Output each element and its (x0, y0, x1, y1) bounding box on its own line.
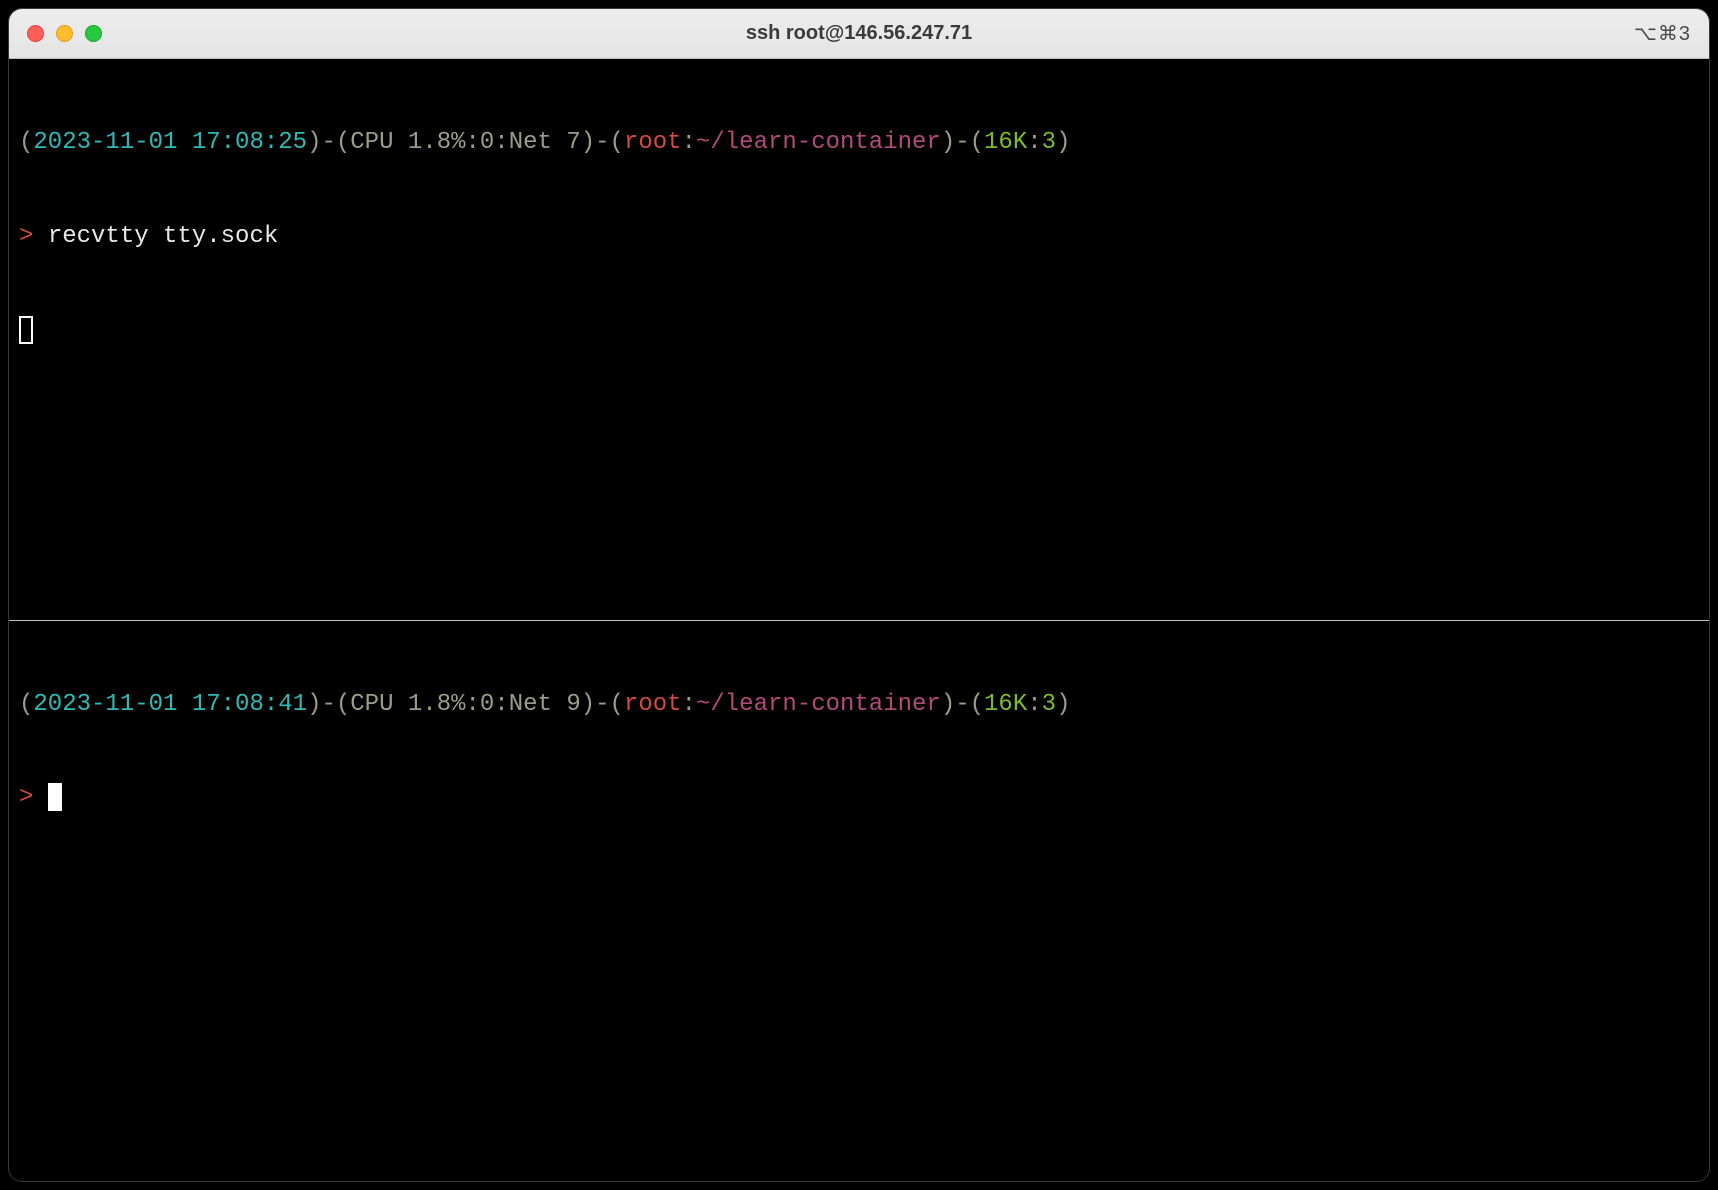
sep: : (1027, 691, 1041, 718)
split-panes: (2023-11-01 17:08:25)-(CPU 1.8%:0:Net 7)… (9, 59, 1709, 1181)
paren: )-( (941, 129, 984, 156)
prompt-timestamp: 2023-11-01 17:08:25 (33, 129, 307, 156)
terminal-pane-top[interactable]: (2023-11-01 17:08:25)-(CPU 1.8%:0:Net 7)… (9, 59, 1709, 620)
prompt-net-value: 7 (566, 129, 580, 156)
prompt-stats-prefix: CPU 1.8%:0:Net (350, 129, 566, 156)
terminal-window: ssh root@146.56.247.71 ⌥⌘3 (2023-11-01 1… (8, 8, 1710, 1182)
colon: : (682, 691, 696, 718)
prompt-path: ~/learn-container (696, 129, 941, 156)
paren: )-( (581, 129, 624, 156)
window-shortcut: ⌥⌘3 (1634, 21, 1691, 46)
prompt-char: > (19, 784, 33, 811)
titlebar[interactable]: ssh root@146.56.247.71 ⌥⌘3 (9, 9, 1709, 59)
paren: ( (19, 691, 33, 718)
terminal-pane-bottom[interactable]: (2023-11-01 17:08:41)-(CPU 1.8%:0:Net 9)… (9, 620, 1709, 1182)
cursor-icon (19, 316, 33, 344)
prompt-char: > (19, 223, 33, 250)
paren: )-( (307, 129, 350, 156)
prompt-line: (2023-11-01 17:08:41)-(CPU 1.8%:0:Net 9)… (19, 689, 1699, 720)
paren: )-( (941, 691, 984, 718)
paren: ) (1056, 691, 1070, 718)
prompt-timestamp: 2023-11-01 17:08:41 (33, 691, 307, 718)
colon: : (682, 129, 696, 156)
sep: : (1027, 129, 1041, 156)
prompt-line: (2023-11-01 17:08:25)-(CPU 1.8%:0:Net 7)… (19, 127, 1699, 158)
zoom-icon[interactable] (85, 25, 102, 42)
close-icon[interactable] (27, 25, 44, 42)
prompt-user: root (624, 691, 682, 718)
window-title: ssh root@146.56.247.71 (9, 22, 1709, 45)
command-line: > recvtty tty.sock (19, 221, 1699, 252)
minimize-icon[interactable] (56, 25, 73, 42)
prompt-size: 16K (984, 129, 1027, 156)
prompt-jobs: 3 (1042, 691, 1056, 718)
prompt-stats-prefix: CPU 1.8%:0:Net (350, 691, 566, 718)
cursor-icon (48, 783, 62, 811)
cursor-line (19, 315, 1699, 346)
paren: )-( (581, 691, 624, 718)
prompt-net-value: 9 (566, 691, 580, 718)
prompt-jobs: 3 (1042, 129, 1056, 156)
command-text: recvtty tty.sock (48, 223, 278, 250)
command-line: > (19, 782, 1699, 813)
prompt-path: ~/learn-container (696, 691, 941, 718)
paren: ) (1056, 129, 1070, 156)
paren: ( (19, 129, 33, 156)
traffic-lights (27, 25, 102, 42)
paren: )-( (307, 691, 350, 718)
prompt-user: root (624, 129, 682, 156)
prompt-size: 16K (984, 691, 1027, 718)
